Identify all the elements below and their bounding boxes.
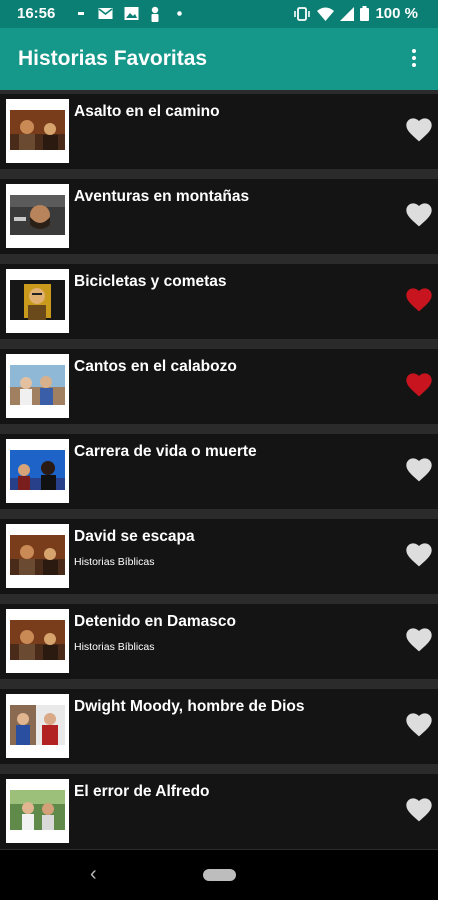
- signal-icon: [340, 6, 355, 21]
- list-item[interactable]: Detenido en Damasco Historias Bíblicas: [0, 604, 438, 679]
- story-thumbnail: [6, 524, 69, 588]
- heart-icon[interactable]: [406, 118, 432, 142]
- story-title: Cantos en el calabozo: [74, 358, 237, 375]
- thumbnail-image: [10, 705, 65, 745]
- thumbnail-image: [10, 195, 65, 235]
- battery-icon: [360, 6, 370, 21]
- vibrate-icon: [294, 6, 311, 21]
- list-item[interactable]: Dwight Moody, hombre de Dios: [0, 689, 438, 764]
- battery-percent: 100 %: [375, 5, 418, 22]
- thumbnail-image: [10, 535, 65, 575]
- story-title: Aventuras en montañas: [74, 188, 250, 205]
- story-thumbnail: [6, 354, 69, 418]
- thumbnail-image: [10, 450, 65, 490]
- heart-icon[interactable]: [406, 288, 432, 312]
- story-subtitle: Historias Bíblicas: [74, 556, 155, 568]
- status-time: 16:56: [17, 5, 56, 22]
- page-title: Historias Favoritas: [18, 47, 208, 70]
- story-title: David se escapa: [74, 528, 195, 545]
- heart-icon[interactable]: [406, 798, 432, 822]
- photo-icon: [124, 7, 139, 20]
- heart-icon[interactable]: [406, 373, 432, 397]
- heart-icon[interactable]: [406, 628, 432, 652]
- mail-icon: [98, 8, 113, 19]
- status-right-group: 100 %: [293, 5, 418, 22]
- story-title: Carrera de vida o muerte: [74, 443, 257, 460]
- story-thumbnail: [6, 184, 69, 248]
- home-pill-icon[interactable]: [203, 869, 236, 881]
- system-nav-bar: ‹: [0, 850, 438, 900]
- story-title: Asalto en el camino: [74, 103, 220, 120]
- story-subtitle: Historias Bíblicas: [74, 641, 155, 653]
- story-thumbnail: [6, 99, 69, 163]
- screen: 16:56 100 % Historias Favoritas Asalto e…: [0, 0, 438, 900]
- story-title: Bicicletas y cometas: [74, 273, 227, 290]
- heart-icon[interactable]: [406, 458, 432, 482]
- status-bar: 16:56 100 %: [0, 0, 438, 28]
- heart-icon[interactable]: [406, 203, 432, 227]
- heart-icon[interactable]: [406, 713, 432, 737]
- back-chevron-icon[interactable]: ‹: [90, 863, 97, 886]
- minus-icon: [78, 12, 84, 15]
- thumbnail-image: [10, 110, 65, 150]
- list-item[interactable]: Cantos en el calabozo: [0, 349, 438, 424]
- thumbnail-image: [10, 790, 65, 830]
- list-item[interactable]: Aventuras en montañas: [0, 179, 438, 254]
- story-thumbnail: [6, 609, 69, 673]
- app-bar: Historias Favoritas: [0, 28, 438, 90]
- stories-list: Asalto en el camino Aventuras en montaña…: [0, 90, 438, 850]
- wifi-icon: [317, 7, 335, 21]
- heart-icon[interactable]: [406, 543, 432, 567]
- thumbnail-image: [10, 620, 65, 660]
- list-item[interactable]: El error de Alfredo: [0, 774, 438, 849]
- person-icon: [151, 6, 159, 22]
- dot-icon: [177, 11, 182, 16]
- list-item[interactable]: Bicicletas y cometas: [0, 264, 438, 339]
- list-item[interactable]: Asalto en el camino: [0, 94, 438, 169]
- thumbnail-image: [10, 280, 65, 320]
- story-title: Dwight Moody, hombre de Dios: [74, 698, 305, 715]
- story-thumbnail: [6, 779, 69, 843]
- more-vert-icon[interactable]: [404, 46, 424, 70]
- story-title: El error de Alfredo: [74, 783, 210, 800]
- list-item[interactable]: David se escapa Historias Bíblicas: [0, 519, 438, 594]
- thumbnail-image: [10, 365, 65, 405]
- story-thumbnail: [6, 694, 69, 758]
- story-thumbnail: [6, 269, 69, 333]
- story-thumbnail: [6, 439, 69, 503]
- list-item[interactable]: Carrera de vida o muerte: [0, 434, 438, 509]
- story-title: Detenido en Damasco: [74, 613, 236, 630]
